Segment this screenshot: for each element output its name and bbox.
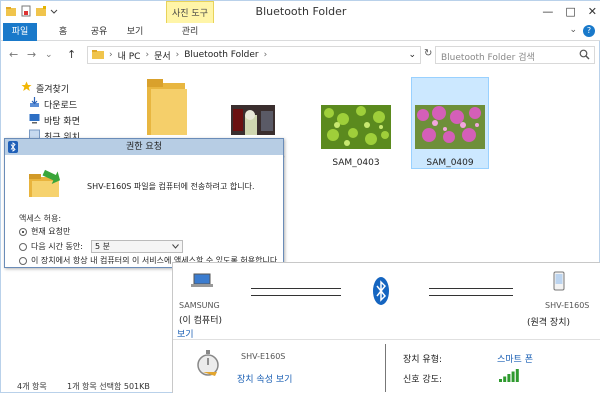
close-button[interactable]: ✕ (588, 5, 597, 18)
local-device-caption: (이 컴퓨터) (179, 316, 223, 326)
breadcrumb-separator[interactable]: › (176, 50, 180, 60)
breadcrumb-documents[interactable]: 문서 (154, 49, 171, 62)
signal-bar (515, 369, 519, 382)
bluetooth-icon (373, 277, 389, 308)
dialog-title: 권한 요청 (126, 142, 162, 152)
search-icon[interactable] (579, 49, 590, 63)
file-name: SAM_0403 (332, 158, 380, 168)
signal-bar (503, 376, 507, 382)
address-dropdown-icon[interactable]: ⌄ (408, 50, 416, 60)
search-input[interactable]: Bluetooth Folder 검색 (435, 46, 595, 64)
connection-line (429, 295, 513, 296)
signal-bar (511, 371, 515, 382)
device-type-value: 스마트 폰 (497, 355, 533, 365)
breadcrumb-separator[interactable]: › (109, 50, 113, 60)
photo-thumbnail (415, 105, 485, 149)
nav-item-label: 즐겨찾기 (36, 84, 70, 95)
connection-diagram: SAMSUNG (이 컴퓨터) 보기 SHV-E160S (원격 장치) (173, 263, 600, 340)
ribbon-expand-icon[interactable]: ⌄ (569, 25, 577, 35)
search-placeholder: Bluetooth Folder 검색 (441, 53, 535, 63)
address-bar[interactable]: › 내 PC › 문서 › Bluetooth Folder › ⌄ (87, 46, 421, 64)
tab-file[interactable]: 파일 (3, 23, 37, 41)
address-row: ← → ⌄ ↑ › 내 PC › 문서 › Bluetooth Folder ›… (1, 42, 600, 68)
ribbon-tabs: 파일 홈 공유 보기 관리 ⌄ ? (1, 23, 600, 41)
window-title: Bluetooth Folder (255, 5, 347, 18)
access-label: 액세스 허용: (19, 214, 62, 223)
local-device-name: SAMSUNG (179, 301, 220, 310)
up-button[interactable]: ↑ (67, 48, 76, 61)
bluetooth-device-panel: SAMSUNG (이 컴퓨터) 보기 SHV-E160S (원격 장치) SHV… (172, 262, 600, 393)
file-name: SAM_0409 (426, 158, 474, 168)
photo-thumbnail (321, 105, 391, 149)
help-icon[interactable]: ? (583, 25, 595, 37)
minimize-button[interactable]: — (542, 5, 553, 18)
breadcrumb-separator[interactable]: › (145, 50, 149, 60)
chevron-down-icon (172, 242, 179, 251)
back-button[interactable]: ← (9, 48, 18, 61)
title-bar: 사진 도구 Bluetooth Folder — □ ✕ (1, 1, 600, 25)
tab-share[interactable]: 공유 (87, 23, 111, 41)
recent-locations-button[interactable]: ⌄ (45, 50, 53, 60)
forward-button[interactable]: → (27, 48, 36, 61)
option-for-duration[interactable]: 다음 시간 동안: 5 분 (19, 240, 183, 253)
nav-item-downloads[interactable]: 다운로드 (29, 97, 77, 111)
nav-item-favorites[interactable]: 즐겨찾기 (21, 81, 69, 95)
device-type-label: 장치 유형: (403, 355, 443, 365)
nav-item-label: 다운로드 (44, 100, 78, 111)
folder-icon (147, 79, 187, 135)
maximize-button[interactable]: □ (565, 5, 575, 18)
option-label: 현재 요청만 (31, 227, 71, 236)
tab-manage[interactable]: 관리 (173, 23, 207, 41)
connection-line (251, 288, 341, 289)
dialog-title-bar: 권한 요청 (5, 139, 283, 155)
phone-icon (553, 271, 565, 294)
signal-strength-label: 신호 강도: (403, 375, 443, 385)
option-label: 다음 시간 동안: (31, 242, 83, 251)
file-item-sam0400[interactable] (231, 105, 275, 138)
folder-icon (92, 49, 104, 62)
item-count: 4개 항목 (17, 382, 47, 391)
device-details: SHV-E160S 장치 속성 보기 장치 유형: 스마트 폰 신호 강도: (173, 339, 600, 394)
radio-button[interactable] (19, 227, 27, 236)
stopwatch-icon (195, 348, 221, 381)
duration-value: 5 분 (94, 242, 110, 251)
tab-view[interactable]: 보기 (123, 23, 147, 41)
laptop-icon (191, 273, 213, 292)
nav-item-label: 바탕 화면 (44, 116, 80, 127)
desktop-icon (29, 113, 40, 127)
remote-device-caption: (원격 장치) (527, 318, 571, 328)
signal-bar (499, 379, 502, 382)
nav-item-desktop[interactable]: 바탕 화면 (29, 113, 80, 127)
file-item-sam0403[interactable]: SAM_0403 (321, 105, 391, 168)
duration-select[interactable]: 5 분 (90, 240, 183, 253)
star-icon (21, 81, 32, 95)
connection-line (429, 288, 513, 289)
signal-bar (507, 374, 511, 382)
device-name: SHV-E160S (241, 352, 286, 361)
breadcrumb-separator[interactable]: › (264, 50, 268, 60)
folder-transfer-icon (27, 169, 61, 202)
permission-dialog: 권한 요청 SHV-E160S 파일을 컴퓨터에 전송하려고 합니다. 액세스 … (4, 138, 284, 268)
tab-home[interactable]: 홈 (51, 23, 75, 41)
signal-strength-icon (499, 368, 521, 385)
radio-button[interactable] (19, 242, 27, 251)
dialog-message: SHV-E160S 파일을 컴퓨터에 전송하려고 합니다. (87, 182, 255, 191)
file-item-sam0409[interactable]: SAM_0409 (411, 77, 489, 169)
downloads-icon (29, 97, 40, 111)
option-current-request[interactable]: 현재 요청만 (19, 226, 70, 237)
file-item-folder[interactable] (147, 77, 187, 137)
connection-line (251, 295, 341, 296)
device-properties-link[interactable]: 장치 속성 보기 (237, 372, 292, 385)
bluetooth-icon (8, 141, 18, 153)
remote-device-name: SHV-E160S (545, 301, 590, 310)
radio-button[interactable] (19, 256, 27, 265)
photo-thumbnail (231, 105, 275, 135)
refresh-button[interactable]: ↻ (424, 48, 432, 59)
breadcrumb-this-pc[interactable]: 내 PC (118, 49, 141, 62)
divider (385, 344, 386, 392)
selection-info: 1개 항목 선택함 501KB (67, 382, 150, 391)
breadcrumb-bluetooth-folder[interactable]: Bluetooth Folder (184, 50, 258, 60)
window-controls: — □ ✕ (542, 5, 597, 18)
